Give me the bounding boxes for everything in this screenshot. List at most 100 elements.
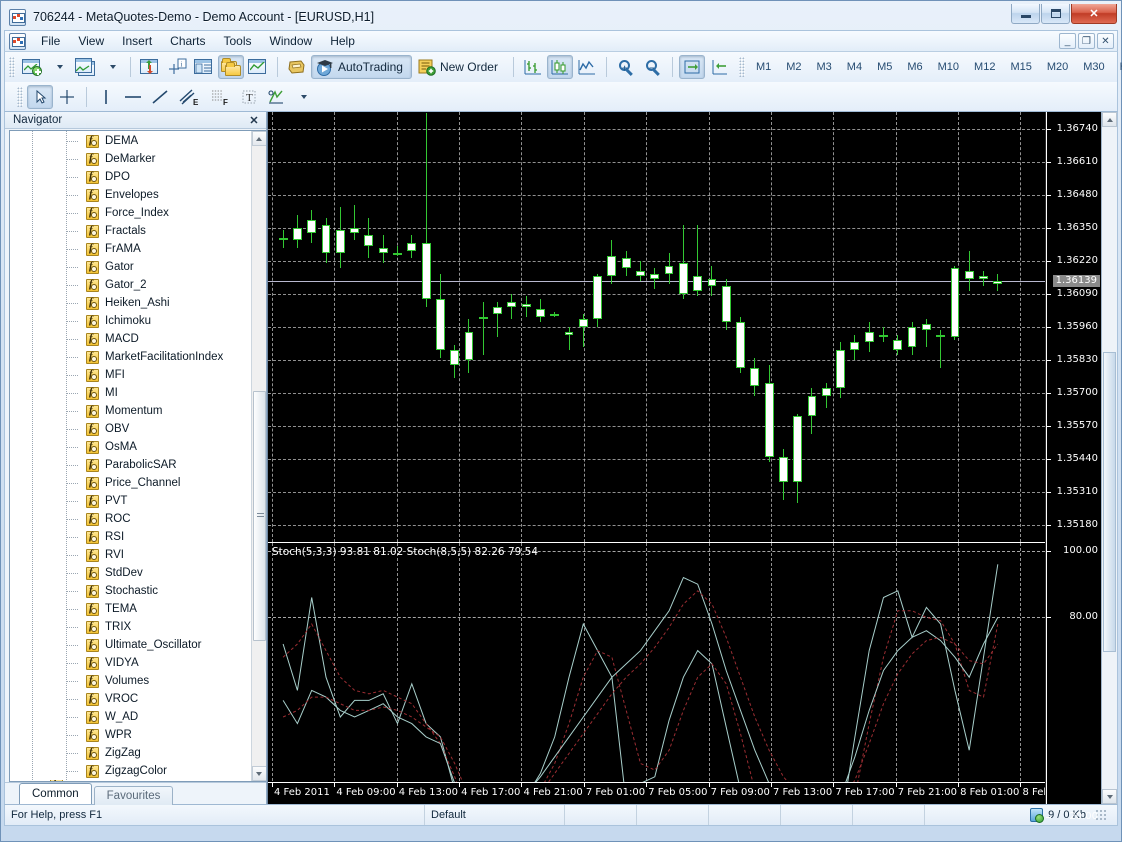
profiles-dropdown[interactable] [99,55,124,79]
timeframe-h1[interactable]: H [1113,57,1122,77]
chart-canvas[interactable]: Stoch(5,3,3) 93.81 81.02 Stoch(8,5,5) 82… [268,112,1045,804]
text-label-button[interactable]: T [236,85,262,109]
navigator-item[interactable]: ParabolicSAR [10,456,251,474]
scroll-up-button[interactable] [251,131,266,146]
timeframe-m10[interactable]: M10 [931,57,966,77]
market-watch-button[interactable] [137,55,163,79]
shapes-button[interactable] [263,85,289,109]
stochastic-pane[interactable]: Stoch(5,3,3) 93.81 81.02 Stoch(8,5,5) 82… [268,543,1045,804]
crosshair-button[interactable] [54,85,80,109]
new-chart-button[interactable] [19,55,45,79]
timeframe-m30[interactable]: M30 [1076,57,1111,77]
navigator-item[interactable]: Ichimoku [10,312,251,330]
zoom-in-button[interactable]: + [613,55,639,79]
navigator-item[interactable]: TRIX [10,618,251,636]
chart-vertical-scrollbar[interactable] [1101,112,1117,804]
navigator-close-icon[interactable]: ✕ [247,113,261,127]
shapes-dropdown[interactable] [290,85,315,109]
timeframe-m3[interactable]: M3 [810,57,839,77]
data-window-button[interactable]: i [164,55,190,79]
profiles-button[interactable] [72,55,98,79]
metaeditor-button[interactable] [284,55,310,79]
menu-charts[interactable]: Charts [161,31,214,51]
auto-scroll-button[interactable] [678,55,705,79]
equidistant-channel-button[interactable]: E [174,85,204,109]
timeframe-m4[interactable]: M4 [840,57,869,77]
navigator-item[interactable]: Momentum [10,402,251,420]
navigator-item-partial[interactable] [10,780,251,781]
navigator-item[interactable]: OBV [10,420,251,438]
mdi-close-button[interactable]: ✕ [1097,33,1114,49]
navigator-tree[interactable]: DEMA DeMarker DPO Envelopes Force_Index Fract… [10,131,251,781]
navigator-item[interactable]: MACD [10,330,251,348]
menu-file[interactable]: File [32,31,69,51]
strategy-tester-button[interactable] [245,55,271,79]
navigator-button[interactable] [191,55,217,79]
navigator-item[interactable]: Price_Channel [10,474,251,492]
new-order-button[interactable]: New Order [413,55,507,79]
new-chart-dropdown[interactable] [46,55,71,79]
navigator-item[interactable]: DPO [10,168,251,186]
cursor-button[interactable] [27,84,53,109]
timeframe-m12[interactable]: M12 [967,57,1002,77]
navigator-item[interactable]: RVI [10,546,251,564]
navigator-item[interactable]: ZigzagColor [10,762,251,780]
navigator-item[interactable]: DeMarker [10,150,251,168]
mdi-minimize-button[interactable]: _ [1059,33,1076,49]
scrollbar-thumb[interactable] [253,391,266,641]
menu-help[interactable]: Help [321,31,364,51]
navigator-item[interactable]: Gator [10,258,251,276]
navigator-item[interactable]: ROC [10,510,251,528]
menu-view[interactable]: View [69,31,113,51]
navigator-item[interactable]: MarketFacilitationIndex [10,348,251,366]
navigator-item[interactable]: MI [10,384,251,402]
navigator-item[interactable]: ZigZag [10,744,251,762]
navigator-item[interactable]: Fractals [10,222,251,240]
navigator-item[interactable]: OsMA [10,438,251,456]
navigator-item[interactable]: MFI [10,366,251,384]
horizontal-line-button[interactable] [120,85,146,109]
timeframe-m15[interactable]: M15 [1003,57,1038,77]
scroll-down-button[interactable] [251,766,266,781]
chart-shift-button[interactable] [706,55,732,79]
navigator-item[interactable]: Envelopes [10,186,251,204]
status-profile[interactable]: Default [425,805,565,825]
toolbar-grip[interactable] [9,57,15,77]
chart-scrollbar-thumb[interactable] [1103,352,1116,652]
timeframe-m2[interactable]: M2 [779,57,808,77]
navigator-item[interactable]: PVT [10,492,251,510]
price-pane[interactable] [268,112,1045,542]
line-studies-grip[interactable] [17,86,23,107]
navigator-item[interactable]: Volumes [10,672,251,690]
menu-window[interactable]: Window [261,31,322,51]
timeframe-toolbar-grip[interactable] [738,57,745,77]
navigator-item[interactable]: Force_Index [10,204,251,222]
navigator-item[interactable]: Gator_2 [10,276,251,294]
maximize-restore-button[interactable] [1041,4,1070,24]
zoom-out-button[interactable]: − [640,55,666,79]
navigator-item[interactable]: VIDYA [10,654,251,672]
navigator-item[interactable]: RSI [10,528,251,546]
terminal-button[interactable] [218,55,244,79]
navigator-item[interactable]: Stochastic [10,582,251,600]
minimize-button[interactable] [1011,4,1040,24]
navigator-item[interactable]: StdDev [10,564,251,582]
timeframe-m5[interactable]: M5 [870,57,899,77]
menu-tools[interactable]: Tools [215,31,261,51]
tab-common[interactable]: Common [19,783,92,804]
chart-scroll-down-button[interactable] [1102,789,1117,804]
close-button[interactable]: ✕ [1071,4,1117,24]
price-axis[interactable]: 1.36740 1.36610 1.36480 1.36350 1.36220 1.360… [1045,112,1101,821]
timeframe-m1[interactable]: M1 [749,57,778,77]
bar-chart-button[interactable] [520,55,546,79]
autotrading-button[interactable]: AutoTrading [311,55,412,79]
fibonacci-button[interactable]: F [205,85,235,109]
vertical-line-button[interactable] [93,85,119,109]
navigator-item[interactable]: Heiken_Ashi [10,294,251,312]
timeframe-m20[interactable]: M20 [1040,57,1075,77]
navigator-item[interactable]: VROC [10,690,251,708]
mdi-restore-button[interactable]: ❐ [1078,33,1095,49]
navigator-item[interactable]: W_AD [10,708,251,726]
candlestick-chart-button[interactable] [546,55,573,79]
navigator-item[interactable]: FrAMA [10,240,251,258]
